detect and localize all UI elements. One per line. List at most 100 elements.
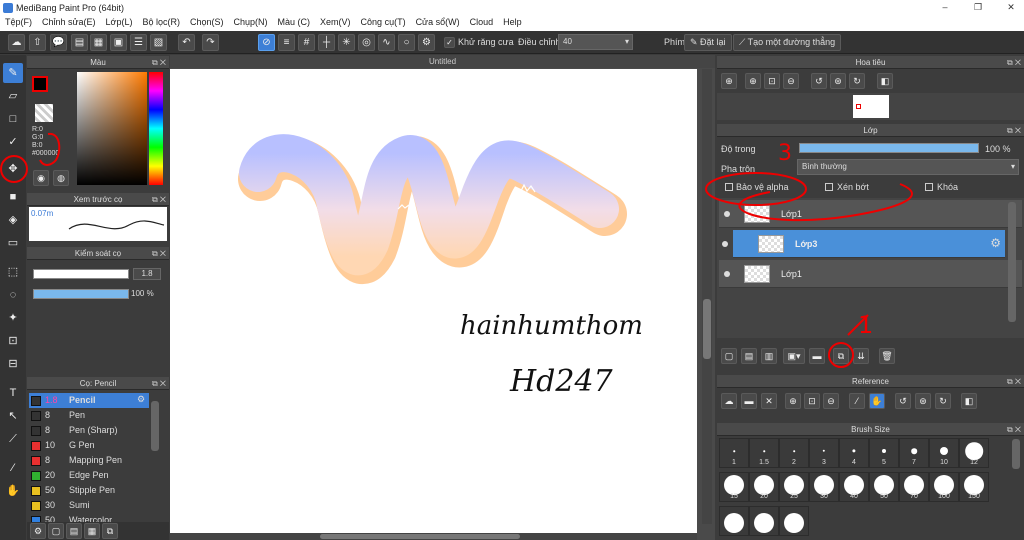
straight-line-button[interactable]: ⟋ Tạo một đường thẳng: [733, 34, 842, 51]
brush-tool-icon[interactable]: ✎: [3, 63, 23, 83]
layer-row[interactable]: Lớp1: [719, 260, 1022, 288]
select-pen-icon[interactable]: ⊡: [3, 331, 23, 351]
menu-item[interactable]: Chọn(S): [185, 16, 229, 28]
menu-item[interactable]: Chỉnh sửa(E): [37, 16, 101, 28]
brush-size-cell[interactable]: 2: [779, 438, 809, 468]
close-button[interactable]: ✕: [1001, 2, 1021, 14]
zoom-fit-icon[interactable]: ⊕: [721, 73, 737, 89]
text-tool-icon[interactable]: T: [3, 383, 23, 403]
snap-cross-icon[interactable]: ┼: [318, 34, 335, 51]
zoom-in-icon[interactable]: ⊕: [745, 73, 761, 89]
brush-size-cell[interactable]: 40: [839, 472, 869, 502]
visibility-icon[interactable]: [722, 241, 728, 247]
hue-slider[interactable]: [149, 72, 163, 185]
layer-list-scrollbar[interactable]: [1008, 202, 1016, 322]
lock-checkbox[interactable]: [925, 183, 933, 191]
brush-size-cell[interactable]: 1: [719, 438, 749, 468]
ref-zoom-in-icon[interactable]: ⊕: [785, 393, 801, 409]
hand-tool-icon[interactable]: ✋: [3, 481, 23, 501]
menu-item[interactable]: Bộ lọc(R): [137, 16, 185, 28]
snap-curve-icon[interactable]: ∿: [378, 34, 395, 51]
saturation-value-picker[interactable]: [77, 72, 147, 185]
panel-pin-icon[interactable]: ⧉ ✕: [152, 56, 166, 69]
brush-copy-icon[interactable]: ⧉: [102, 523, 118, 539]
snap-ellipse-icon[interactable]: ○: [398, 34, 415, 51]
menu-item[interactable]: Công cụ(T): [356, 16, 411, 28]
palette-icon[interactable]: ◉: [33, 170, 49, 186]
file-icon[interactable]: ▦: [90, 34, 107, 51]
new-8bit-layer-icon[interactable]: ▥: [761, 348, 777, 364]
canvas-hscroll[interactable]: [170, 533, 697, 540]
brush-size-cell[interactable]: 100: [929, 472, 959, 502]
menu-item[interactable]: Chụp(N): [229, 16, 273, 28]
select-eraser-icon[interactable]: ⊟: [3, 354, 23, 374]
snap-off-icon[interactable]: ⊘: [258, 34, 275, 51]
ref-rotate-reset-icon[interactable]: ⊛: [915, 393, 931, 409]
layer-folder-icon[interactable]: ▬: [809, 348, 825, 364]
canvas-vscroll[interactable]: [702, 69, 712, 524]
brush-size-cell[interactable]: [749, 506, 779, 536]
rotate-left-icon[interactable]: ↺: [811, 73, 827, 89]
snap-parallel-icon[interactable]: ≡: [278, 34, 295, 51]
add-layer-menu-icon[interactable]: ▣▾: [783, 348, 805, 364]
brush-size-cell[interactable]: 12: [959, 438, 989, 468]
grid-icon[interactable]: ▣: [110, 34, 127, 51]
brush-size-cell[interactable]: 70: [899, 472, 929, 502]
pen-tool-icon[interactable]: ✓: [3, 132, 23, 152]
image-icon[interactable]: ▧: [150, 34, 167, 51]
brush-list-item[interactable]: 30 Sumi: [29, 498, 177, 513]
foreground-color-swatch[interactable]: [32, 76, 48, 92]
brush-menu-icon[interactable]: ▤: [66, 523, 82, 539]
gear-icon[interactable]: ⚙: [418, 34, 435, 51]
menu-item[interactable]: Tệp(F): [0, 16, 37, 28]
protect-alpha-checkbox[interactable]: [725, 183, 733, 191]
list-icon[interactable]: ☰: [130, 34, 147, 51]
visibility-icon[interactable]: [724, 211, 730, 217]
ref-rotate-right-icon[interactable]: ↻: [935, 393, 951, 409]
rotate-right-icon[interactable]: ↻: [849, 73, 865, 89]
palette-settings-icon[interactable]: ◍: [53, 170, 69, 186]
ref-open-icon[interactable]: ☁: [721, 393, 737, 409]
magic-wand-icon[interactable]: ✦: [3, 308, 23, 328]
eyedropper-icon[interactable]: ⁄: [3, 458, 23, 478]
upload-icon[interactable]: ⇧: [29, 34, 46, 51]
menu-item[interactable]: Lớp(L): [101, 16, 138, 28]
ref-folder-icon[interactable]: ▬: [741, 393, 757, 409]
snap-grid-icon[interactable]: #: [298, 34, 315, 51]
ref-close-icon[interactable]: ✕: [761, 393, 777, 409]
ref-zoom-fit-icon[interactable]: ⊡: [804, 393, 820, 409]
eraser-tool-icon[interactable]: ▱: [3, 86, 23, 106]
ref-rotate-left-icon[interactable]: ↺: [895, 393, 911, 409]
antialias-checkbox[interactable]: ✓: [444, 37, 455, 48]
layer-opacity-slider[interactable]: [799, 143, 979, 153]
brush-folder-icon[interactable]: ▦: [84, 523, 100, 539]
operation-tool-icon[interactable]: ↖: [3, 406, 23, 426]
brush-size-cell[interactable]: 1.5: [749, 438, 779, 468]
brush-list-scrollbar[interactable]: [151, 401, 159, 451]
brush-size-cell[interactable]: 4: [839, 438, 869, 468]
select-rect-icon[interactable]: ⬚: [3, 262, 23, 282]
shape-tool-icon[interactable]: ■: [3, 187, 23, 207]
brush-size-cell[interactable]: [779, 506, 809, 536]
brush-settings-icon[interactable]: ⚙: [30, 523, 46, 539]
add-brush-icon[interactable]: ▢: [48, 523, 64, 539]
rotate-reset-icon[interactable]: ⊛: [830, 73, 846, 89]
transparent-color-swatch[interactable]: [35, 104, 53, 122]
brush-size-cell[interactable]: 10: [929, 438, 959, 468]
snap-circle-icon[interactable]: ◎: [358, 34, 375, 51]
menu-item[interactable]: Help: [498, 16, 527, 28]
duplicate-layer-icon[interactable]: ⧉: [833, 348, 849, 364]
brush-size-cell[interactable]: 150: [959, 472, 989, 502]
divide-tool-icon[interactable]: ⟋: [3, 429, 23, 449]
document-icon[interactable]: ▤: [71, 34, 88, 51]
merge-layer-icon[interactable]: ⇊: [853, 348, 869, 364]
brush-size-cell[interactable]: 25: [779, 472, 809, 502]
blend-mode-select[interactable]: Bình thường ▾: [797, 159, 1019, 175]
brush-size-slider[interactable]: [33, 269, 129, 279]
visibility-icon[interactable]: [724, 271, 730, 277]
menu-item[interactable]: Màu (C): [273, 16, 316, 28]
minimize-button[interactable]: –: [935, 2, 955, 14]
zoom-out-icon[interactable]: ⊖: [783, 73, 799, 89]
move-tool-icon[interactable]: ✥: [3, 159, 23, 179]
delete-layer-icon[interactable]: 🗑: [879, 348, 895, 364]
